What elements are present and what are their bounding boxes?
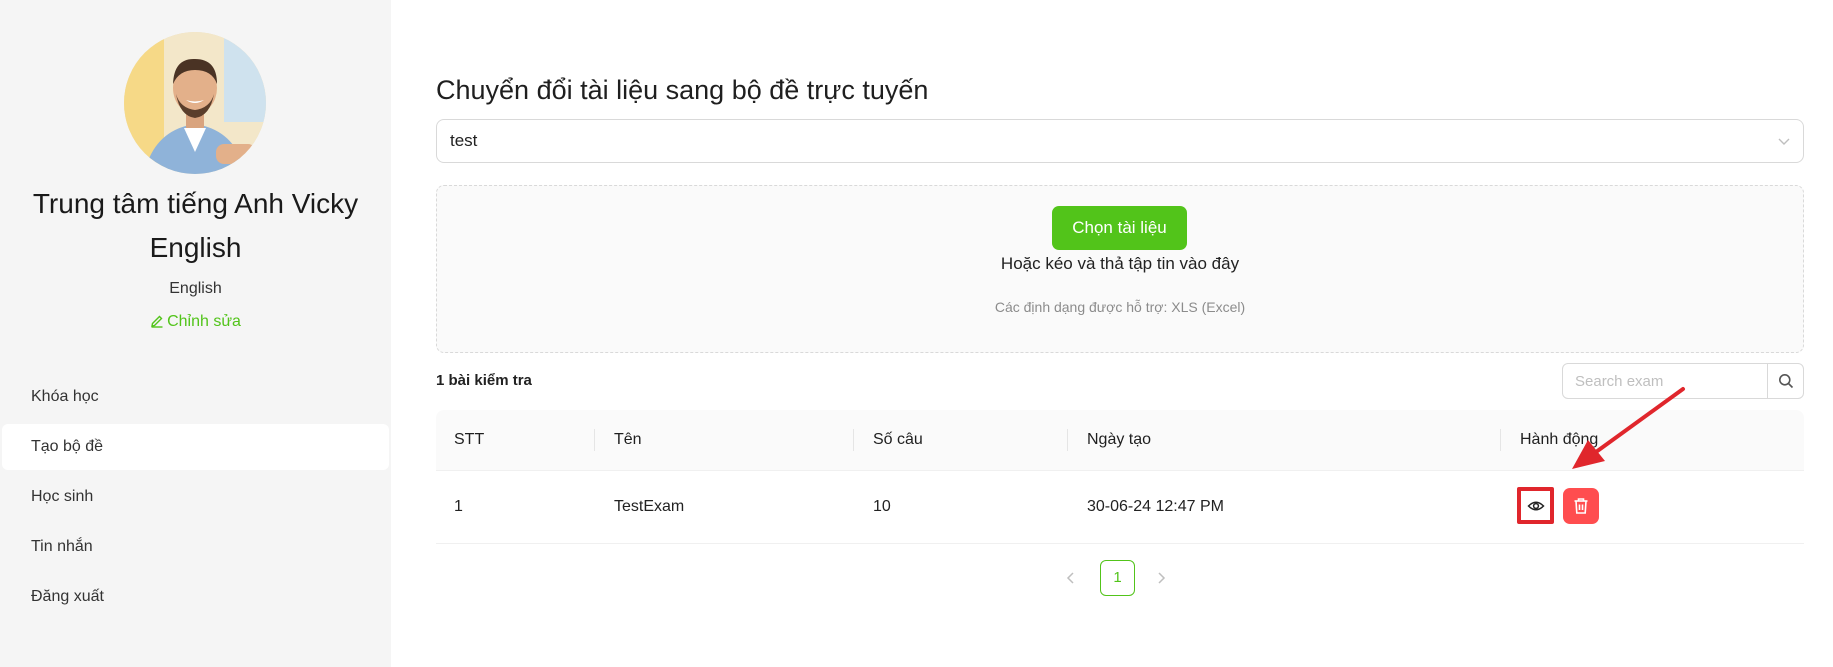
- exam-select-value: test: [450, 131, 478, 150]
- search-button[interactable]: [1767, 364, 1803, 398]
- col-header-created: Ngày tạo: [1087, 431, 1152, 448]
- sidebar-item-logout[interactable]: Đăng xuất: [2, 574, 389, 620]
- sidebar-item-students[interactable]: Học sinh: [2, 474, 389, 520]
- pagination: 1: [436, 560, 1804, 596]
- col-header-questions: Số câu: [873, 431, 923, 448]
- eye-icon: [1526, 501, 1545, 510]
- edit-profile-link[interactable]: Chỉnh sửa: [0, 313, 391, 331]
- sidebar: Trung tâm tiếng Anh Vicky English Englis…: [0, 0, 391, 667]
- table-header: STT Tên Số câu Ngày tạo Hành động: [436, 410, 1804, 471]
- column-divider: [1067, 429, 1068, 451]
- sidebar-item-create-exam[interactable]: Tạo bộ đề: [2, 424, 389, 470]
- subject-label: English: [169, 280, 222, 297]
- chevron-left-icon[interactable]: [1064, 571, 1078, 585]
- exam-select[interactable]: test: [436, 119, 1804, 163]
- supported-formats: Các định dạng được hỗ trợ: XLS (Excel): [994, 299, 1246, 315]
- edit-profile-label: Chỉnh sửa: [167, 313, 241, 330]
- col-header-actions: Hành động: [1520, 431, 1599, 448]
- exam-table: STT Tên Số câu Ngày tạo Hành động 1 Test…: [436, 410, 1804, 544]
- chevron-right-icon[interactable]: [1154, 571, 1168, 585]
- org-name: Trung tâm tiếng Anh Vicky English: [32, 188, 359, 263]
- sidebar-item-messages[interactable]: Tin nhắn: [2, 524, 389, 570]
- cell-created: 30-06-24 12:47 PM: [1087, 498, 1224, 515]
- exam-count: 1 bài kiểm tra: [436, 372, 532, 389]
- cell-name: TestExam: [614, 498, 685, 515]
- column-divider: [594, 429, 595, 451]
- page-number[interactable]: 1: [1100, 560, 1135, 596]
- chevron-down-icon: [1778, 138, 1790, 145]
- search-box: [1562, 363, 1804, 399]
- sidebar-item-courses[interactable]: Khóa học: [2, 374, 389, 420]
- sidebar-menu: Khóa học Tạo bộ đề Học sinh Tin nhắn Đăn…: [0, 374, 391, 624]
- col-header-stt: STT: [454, 431, 485, 448]
- column-divider: [853, 429, 854, 451]
- cell-stt: 1: [454, 498, 463, 515]
- choose-file-button[interactable]: Chọn tài liệu: [1052, 206, 1187, 250]
- upload-dropzone[interactable]: Chọn tài liệu Hoặc kéo và thả tập tin và…: [436, 185, 1804, 353]
- cell-questions: 10: [873, 498, 891, 515]
- page-title: Chuyển đổi tài liệu sang bộ đề trực tuyế…: [436, 75, 929, 105]
- trash-icon: [1574, 498, 1588, 514]
- avatar: [124, 32, 266, 174]
- delete-exam-button[interactable]: [1563, 488, 1599, 524]
- view-exam-button[interactable]: [1517, 487, 1554, 524]
- drop-hint: Hoặc kéo và thả tập tin vào đây: [1000, 254, 1240, 273]
- pencil-icon: [151, 315, 163, 328]
- search-icon: [1778, 374, 1793, 389]
- column-divider: [1500, 429, 1501, 451]
- col-header-name: Tên: [614, 431, 642, 448]
- search-input[interactable]: [1563, 364, 1767, 398]
- table-row: 1 TestExam 10 30-06-24 12:47 PM: [436, 471, 1804, 544]
- main-content: Chuyển đổi tài liệu sang bộ đề trực tuyế…: [436, 0, 1806, 667]
